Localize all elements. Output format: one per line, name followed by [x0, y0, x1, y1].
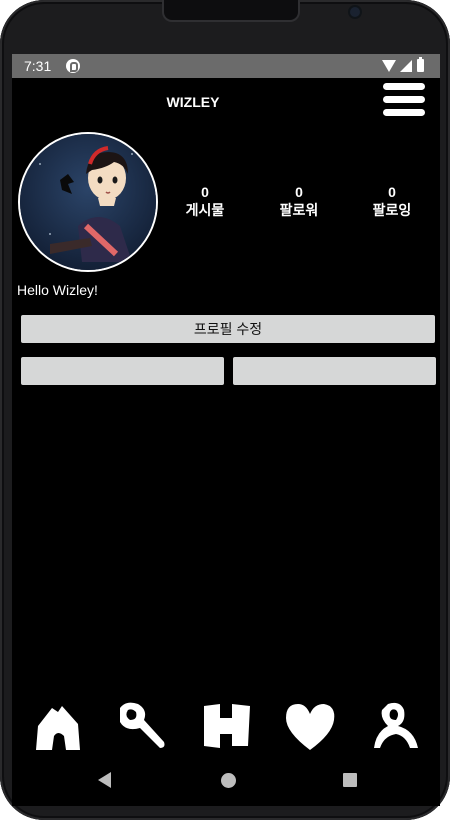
status-icons — [382, 57, 432, 74]
phone-speaker — [162, 0, 300, 22]
search-icon[interactable] — [112, 698, 168, 754]
followers-label: 팔로워 — [279, 202, 319, 218]
stat-posts[interactable]: 0 게시물 — [165, 184, 245, 220]
secondary-button-right[interactable] — [233, 357, 436, 385]
avatar[interactable] — [18, 132, 158, 272]
posts-label: 게시물 — [185, 202, 225, 218]
phone-frame: 7:31 WIZLEY 0 게시물 0 팔로워 0 팔로잉 Hello Wizl… — [0, 0, 450, 820]
wifi-icon — [382, 60, 396, 72]
app-screen: 7:31 WIZLEY 0 게시물 0 팔로워 0 팔로잉 Hello Wizl… — [12, 54, 440, 806]
menu-icon[interactable] — [381, 80, 427, 120]
followers-count: 0 — [295, 184, 303, 200]
app-title: WIZLEY — [166, 94, 220, 110]
recent-apps-icon[interactable] — [343, 773, 357, 787]
heart-icon[interactable] — [282, 698, 338, 754]
notification-app-icon — [66, 59, 80, 73]
back-icon[interactable] — [98, 772, 111, 788]
posts-count: 0 — [201, 184, 209, 200]
front-camera — [350, 7, 360, 17]
status-bar: 7:31 — [12, 54, 440, 78]
add-icon[interactable] — [198, 698, 254, 754]
bottom-tab-bar — [12, 694, 440, 760]
home-nav-icon[interactable] — [221, 773, 236, 788]
signal-icon — [400, 60, 412, 72]
home-icon[interactable] — [32, 698, 88, 754]
system-nav-bar — [12, 760, 440, 806]
following-count: 0 — [388, 184, 396, 200]
secondary-button-left[interactable] — [21, 357, 224, 385]
avatar-illustration — [20, 134, 156, 270]
stat-following[interactable]: 0 팔로잉 — [352, 184, 432, 220]
profile-icon[interactable] — [368, 698, 424, 754]
status-time: 7:31 — [24, 58, 52, 74]
following-label: 팔로잉 — [372, 202, 412, 218]
edit-profile-button[interactable]: 프로필 수정 — [21, 315, 435, 343]
profile-bio: Hello Wizley! — [17, 282, 98, 298]
battery-icon — [417, 57, 424, 72]
stat-followers[interactable]: 0 팔로워 — [259, 184, 339, 220]
